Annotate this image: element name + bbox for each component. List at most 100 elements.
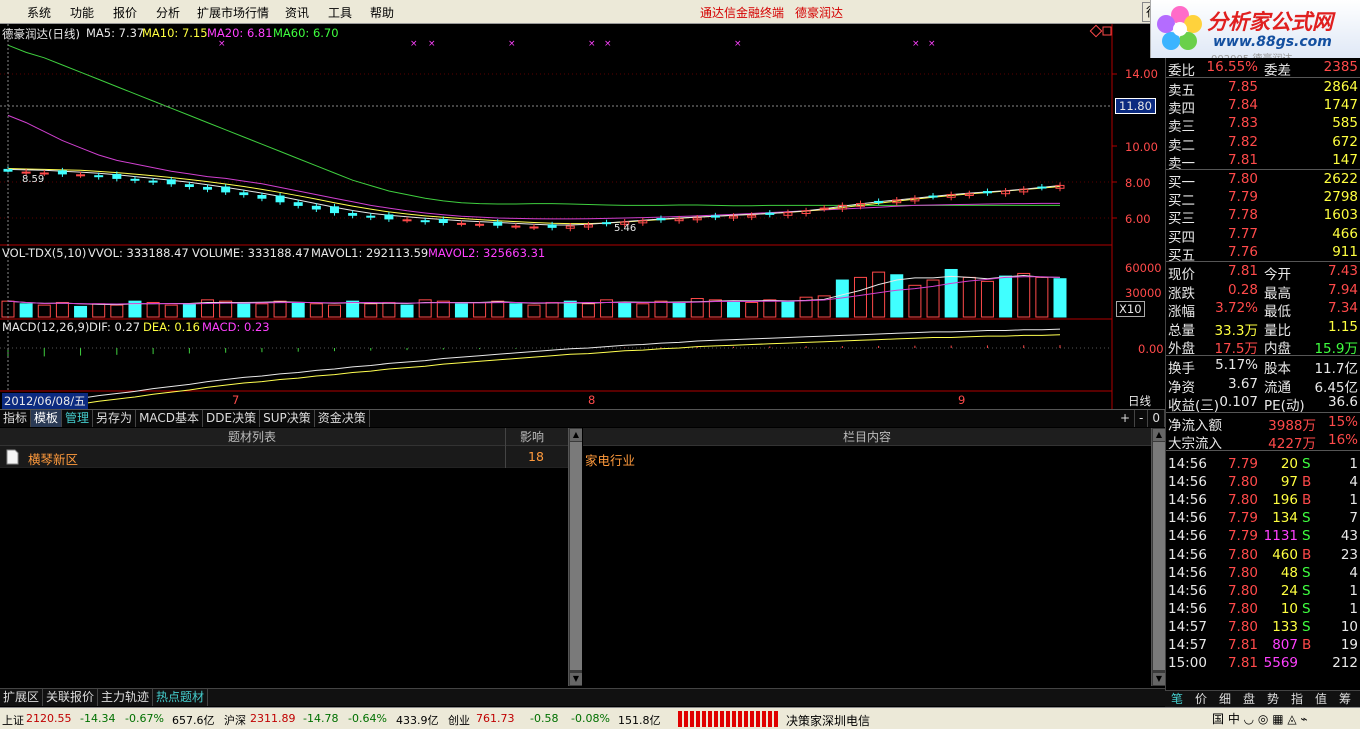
- right-tab-7[interactable]: 筹: [1333, 691, 1357, 707]
- server-name[interactable]: 决策家深圳电信: [786, 712, 870, 729]
- tick-volume: 24: [1280, 582, 1298, 599]
- period-label[interactable]: 日线: [1128, 393, 1151, 409]
- volume-bar: [763, 299, 777, 318]
- volume-bar: [908, 284, 922, 318]
- menu-analysis[interactable]: 分析: [156, 4, 180, 21]
- volume-bar: [654, 300, 668, 318]
- tick-row: 14:56 7.80 10 S 1: [1166, 600, 1360, 618]
- tab-main-track[interactable]: 主力轨迹: [98, 689, 154, 706]
- menu-extended-market[interactable]: 扩展市场行情: [197, 4, 269, 21]
- tab-hot-topic[interactable]: 热点题材: [153, 689, 209, 706]
- menu-quote[interactable]: 报价: [113, 4, 137, 21]
- tick-side: B: [1302, 637, 1312, 653]
- sell-volume: 2864: [1323, 79, 1358, 95]
- mavol2-label: MAVOL2: 325663.31: [428, 246, 546, 260]
- month-9: 9: [958, 393, 966, 407]
- volume-bar: [581, 303, 595, 318]
- volume-bar: [146, 301, 160, 318]
- diamond-icon: [1089, 24, 1103, 38]
- topic-row[interactable]: 横琴新区 18: [0, 446, 568, 468]
- tick-price: 7.80: [1227, 600, 1258, 617]
- right-tab-1[interactable]: 价: [1189, 691, 1213, 707]
- tab-save-as[interactable]: 另存为: [93, 410, 137, 427]
- stat2-row: 净资 3.67 流通 6.45亿: [1166, 375, 1360, 396]
- kline-chart[interactable]: × × × × × × × × × 德豪润达(日线) MA5: 7.37 MA10: 7.15 …: [0, 24, 1165, 410]
- candle-body: [203, 186, 213, 190]
- menu-system[interactable]: 系统: [27, 4, 51, 21]
- right-tab-0[interactable]: 笔: [1165, 691, 1189, 707]
- menu-help[interactable]: 帮助: [370, 4, 394, 21]
- right-tab-2[interactable]: 细: [1213, 691, 1237, 707]
- tab-macd-basic[interactable]: MACD基本: [136, 410, 204, 427]
- volume-bar: [400, 304, 414, 318]
- tab-fund[interactable]: 资金决策: [315, 410, 370, 427]
- cy-pct: -0.08%: [571, 712, 610, 725]
- tab-dde[interactable]: DDE决策: [203, 410, 261, 427]
- document-icon: [6, 449, 19, 465]
- sell-price: 7.84: [1227, 97, 1258, 114]
- buy-price: 7.77: [1227, 225, 1258, 242]
- tick-side: B: [1302, 492, 1312, 509]
- topic-panel: 题材列表 影响 横琴新区 18 ▲ ▼: [0, 428, 582, 686]
- right-tab-3[interactable]: 盘: [1237, 691, 1261, 707]
- tab-template[interactable]: 模板: [31, 410, 63, 427]
- tick-time: 14:57: [1168, 618, 1207, 635]
- month-8: 8: [588, 393, 596, 407]
- tab-extension[interactable]: 扩展区: [0, 689, 44, 706]
- tick-volume: 133: [1272, 618, 1298, 635]
- menu-news[interactable]: 资讯: [285, 4, 309, 21]
- tick-time: 14:56: [1168, 474, 1207, 491]
- tick-row: 14:56 7.80 48 S 4: [1166, 564, 1360, 582]
- tab-sup[interactable]: SUP决策: [260, 410, 315, 427]
- tick-side: S: [1302, 456, 1311, 472]
- y-tick-8: 8.00: [1125, 176, 1151, 190]
- buy-price: 7.80: [1227, 171, 1258, 187]
- sell-volume: 585: [1332, 115, 1358, 132]
- tick-row: 14:56 7.80 460 B 23: [1166, 546, 1360, 564]
- menu-tools[interactable]: 工具: [328, 4, 352, 21]
- tab-manage[interactable]: 管理: [62, 410, 94, 427]
- right-tab-4[interactable]: 势: [1261, 691, 1285, 707]
- macd-value: MACD: 0.23: [202, 320, 270, 334]
- zoom-out-button[interactable]: -: [1135, 410, 1149, 427]
- tick-time: 15:00: [1168, 655, 1207, 672]
- tab-indicator[interactable]: 指标: [0, 410, 32, 427]
- bottom-tabs: 扩展区 关联报价 主力轨迹 热点题材: [0, 688, 1165, 706]
- sell-price: 7.83: [1227, 115, 1258, 132]
- signal-marker: ×: [734, 39, 742, 49]
- menu-function[interactable]: 功能: [70, 4, 94, 21]
- ma10-label: MA10: 7.15: [142, 26, 208, 40]
- content-scrollbar[interactable]: ▲ ▼: [1151, 428, 1165, 686]
- buy-row: 买四 7.77 466: [1166, 225, 1360, 246]
- tick-price: 7.80: [1227, 564, 1258, 581]
- tick-row: 14:56 7.80 97 B 4: [1166, 473, 1360, 491]
- buy-price: 7.79: [1227, 189, 1258, 206]
- tab-related-quote[interactable]: 关联报价: [43, 689, 99, 706]
- stat-row: 现价 7.81 今开 7.43: [1166, 262, 1360, 283]
- volume-bar: [255, 303, 269, 318]
- candle-body: [456, 222, 466, 225]
- volume-bar: [291, 301, 305, 318]
- right-tab-5[interactable]: 指: [1285, 691, 1309, 707]
- topic-scrollbar[interactable]: ▲ ▼: [568, 428, 582, 686]
- tray-icons: 国 中 ◡ ◎ ▦ ◬ ⌁: [1212, 712, 1308, 726]
- zoom-in-button[interactable]: +: [1116, 410, 1136, 427]
- reset-button[interactable]: 0: [1148, 410, 1165, 427]
- buy-volume: 466: [1332, 225, 1358, 242]
- tick-time: 14:57: [1168, 637, 1207, 653]
- signal-marker: ×: [428, 39, 436, 49]
- volume-bar: [110, 304, 124, 318]
- ma5-line: [7, 168, 1061, 226]
- ma60-label: MA60: 6.70: [273, 26, 339, 40]
- tick-price: 7.80: [1227, 582, 1258, 599]
- tick-side: B: [1302, 546, 1312, 563]
- right-tab-6[interactable]: 值: [1309, 691, 1333, 707]
- tick-count: 10: [1340, 618, 1358, 635]
- volume-bar: [1017, 272, 1031, 318]
- webi-row: 委比 16.55% 委差 2385: [1166, 58, 1360, 79]
- stat-row: 总量 33.3万 量比 1.15: [1166, 318, 1360, 339]
- ma5-label: MA5: 7.37: [86, 26, 145, 40]
- sz-amount: 433.9亿: [396, 714, 439, 727]
- candle-body: [293, 202, 303, 206]
- volume-bar: [327, 304, 341, 318]
